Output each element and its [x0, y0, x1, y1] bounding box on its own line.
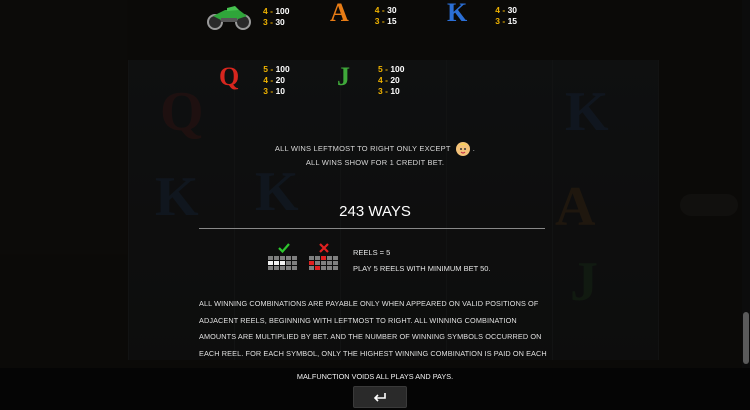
- malfunction-note: MALFUNCTION VOIDS ALL PLAYS AND PAYS.: [296, 372, 454, 381]
- invalid-example-grid: [309, 256, 338, 270]
- pay-row: 3 - 10: [378, 86, 400, 96]
- pay-item-motorcycle: 4 - 100 3 - 30: [205, 2, 290, 30]
- ways-title: 243 WAYS: [339, 203, 411, 220]
- valid-example-grid: [268, 256, 297, 270]
- pay-row: 3 - 10: [263, 86, 286, 96]
- pay-item-k: K 4 - 30 3 - 15: [447, 0, 517, 27]
- motorcycle-icon: [207, 6, 251, 30]
- pay-row: 3 - 15: [495, 16, 518, 26]
- cross-icon: [319, 243, 329, 253]
- pay-item-a: A 4 - 30 3 - 15: [330, 0, 397, 27]
- back-button[interactable]: [353, 386, 407, 408]
- section-divider: [199, 228, 545, 229]
- pay-row: 5 - 100: [378, 64, 405, 74]
- pay-item-j: J 5 - 100 4 - 20 3 - 10: [337, 64, 405, 97]
- return-arrow-icon: [373, 393, 386, 402]
- q-symbol: Q: [219, 62, 240, 91]
- wins-left-note: ALL WINS LEFTMOST TO RIGHT ONLY EXCEPT .: [0, 141, 750, 157]
- reels-count: REELS = 5: [353, 248, 391, 257]
- pay-row: 4 - 20: [263, 75, 286, 85]
- pay-row: 4 - 30: [374, 5, 397, 15]
- check-icon: [278, 243, 290, 253]
- j-symbol: J: [337, 62, 350, 91]
- a-symbol: A: [330, 0, 349, 27]
- credit-bet-note: ALL WINS SHOW FOR 1 CREDIT BET.: [305, 158, 445, 167]
- min-bet-note: PLAY 5 REELS WITH MINIMUM BET 50.: [353, 264, 491, 273]
- pay-row: 5 - 100: [263, 64, 290, 74]
- scrollbar-thumb[interactable]: [743, 312, 749, 364]
- k-symbol: K: [447, 0, 468, 27]
- pay-row: 4 - 100: [263, 6, 290, 16]
- rules-paragraph: ALL WINNING COMBINATIONS ARE PAYABLE ONL…: [199, 299, 547, 375]
- pay-row: 3 - 30: [263, 17, 285, 27]
- scatter-symbol-icon: [455, 141, 471, 157]
- pay-row: 4 - 30: [495, 5, 518, 15]
- game-logo: [300, 24, 460, 54]
- pay-item-q: Q 5 - 100 4 - 20 3 - 10: [219, 64, 290, 97]
- pay-row: 4 - 20: [378, 75, 400, 85]
